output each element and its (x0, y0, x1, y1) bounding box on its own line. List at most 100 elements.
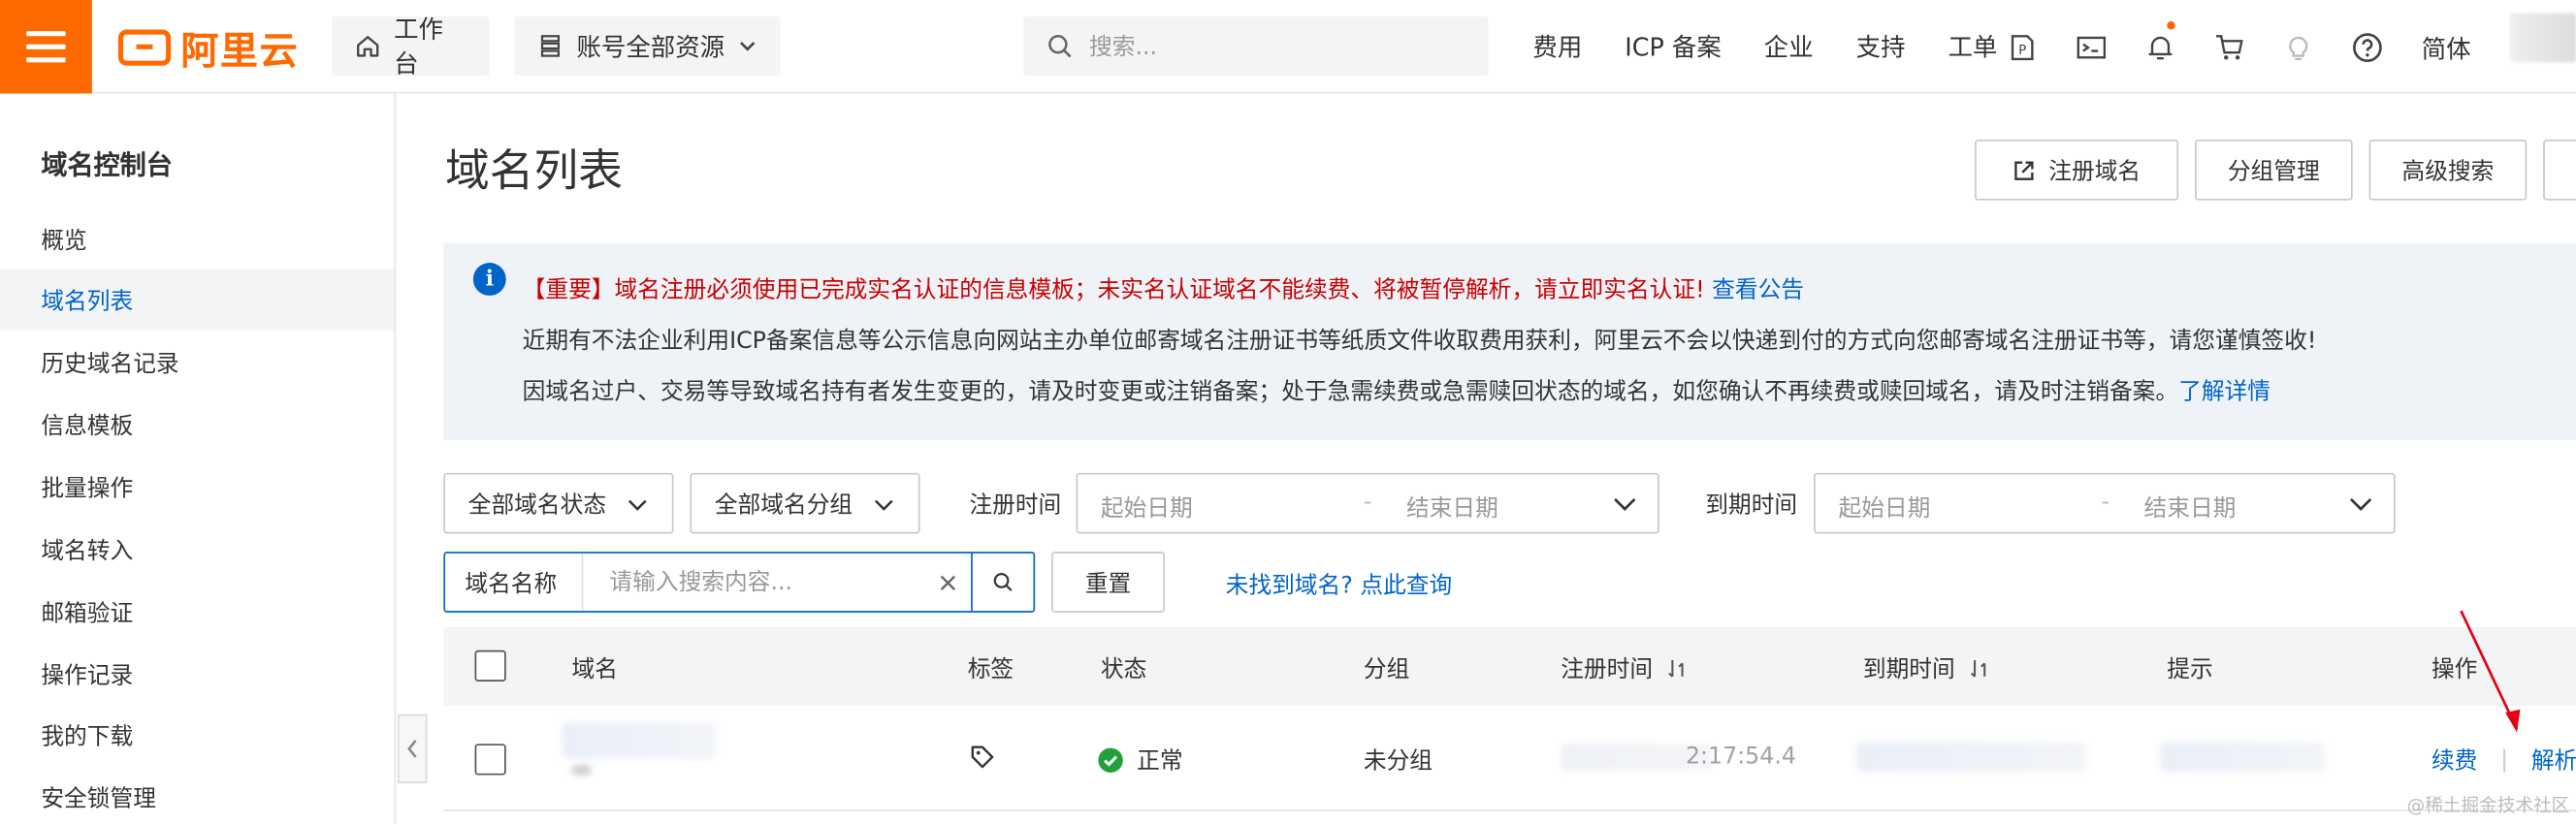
domain-name-field-select[interactable]: 域名名称 (445, 553, 584, 612)
reg-start-date[interactable]: 起始日期 (1101, 491, 1193, 523)
sidebar-item-domain-list[interactable]: 域名列表 (0, 269, 395, 331)
svg-text:P: P (2018, 42, 2026, 57)
sidebar-item-batch[interactable]: 批量操作 (0, 457, 395, 518)
col-hint: 提示 (2167, 656, 2213, 683)
chevron-left-icon (407, 740, 417, 758)
language-switch[interactable]: 简体 (2422, 31, 2471, 66)
register-domain-label: 注册域名 (2048, 158, 2141, 185)
avatar[interactable] (2510, 13, 2576, 63)
page: 阿里云 工作台 账号全部资源 搜索... 费用 ICP 备案 企业 支持 工单 … (0, 0, 2576, 824)
more-button[interactable] (2543, 139, 2576, 201)
logo-text: 阿里云 (180, 31, 300, 75)
sidebar-title: 域名控制台 (41, 149, 173, 181)
menu-icon[interactable] (0, 0, 92, 94)
link-icp[interactable]: ICP 备案 (1625, 29, 1721, 64)
exp-date-range[interactable]: 起始日期 - 结束日期 (1814, 472, 2396, 534)
col-exp-time-label: 到期时间 (1862, 656, 1955, 683)
domain-search-input[interactable] (583, 568, 925, 596)
select-all-checkbox[interactable] (474, 650, 506, 681)
clear-icon[interactable] (925, 572, 971, 591)
top-bar: 阿里云 工作台 账号全部资源 搜索... 费用 ICP 备案 企业 支持 工单 … (0, 0, 2576, 94)
not-found-link[interactable]: 未找到域名? 点此查询 (1226, 568, 1453, 601)
hint-redacted (2160, 742, 2325, 773)
resources-label: 账号全部资源 (576, 32, 725, 62)
row-checkbox[interactable] (474, 744, 506, 776)
register-domain-button[interactable]: 注册域名 (1975, 139, 2179, 201)
cart-icon[interactable] (2195, 0, 2264, 94)
notice-line-3: 因域名过户、交易等导致域名持有者发生变更的，请及时变更或注销备案；处于急需续费或… (523, 374, 2270, 407)
advanced-search-label: 高级搜索 (2401, 158, 2495, 185)
bulb-icon[interactable] (2264, 0, 2333, 94)
link-fee[interactable]: 费用 (1532, 29, 1582, 64)
reg-time-cell: 2:17:54.4 (1561, 744, 1796, 771)
col-exp-time[interactable]: 到期时间 (1863, 651, 1991, 684)
sidebar-item-downloads[interactable]: 我的下载 (0, 705, 395, 766)
top-icons: P (1988, 0, 2402, 94)
col-group: 分组 (1363, 656, 1410, 683)
group-filter-value: 全部域名分组 (714, 491, 853, 519)
chevron-down-icon (1614, 497, 1636, 512)
reg-date-range[interactable]: 起始日期 - 结束日期 (1076, 472, 1659, 534)
logo[interactable]: 阿里云 (117, 24, 299, 74)
exp-time-redacted (1856, 742, 2087, 773)
sidebar-item-email-verify[interactable]: 邮箱验证 (0, 582, 395, 643)
notification-dot (2167, 21, 2175, 30)
exp-end-date[interactable]: 结束日期 (2144, 491, 2237, 523)
domain-search-button[interactable] (971, 553, 1032, 612)
exp-time-label: 到期时间 (1705, 492, 1798, 520)
notice-line-2: 近期有不法企业利用ICP备案信息等公示信息向网站主办单位邮寄域名注册证书等纸质文… (522, 328, 2317, 355)
exp-start-date[interactable]: 起始日期 (1838, 491, 1930, 523)
reset-button[interactable]: 重置 (1051, 552, 1165, 613)
info-icon: i (472, 263, 506, 296)
chevron-down-icon (874, 498, 893, 511)
col-reg-time-label: 注册时间 (1561, 656, 1654, 683)
learn-more-link[interactable]: 了解详情 (2178, 379, 2270, 405)
link-support[interactable]: 支持 (1856, 29, 1906, 64)
actions-cell: 续费 | 解析 (2431, 744, 2576, 776)
bell-icon[interactable] (2126, 0, 2195, 94)
group-manage-button[interactable]: 分组管理 (2195, 139, 2353, 201)
global-search-placeholder: 搜索... (1089, 34, 1158, 61)
poster-icon[interactable]: P (1988, 0, 2057, 94)
group-manage-label: 分组管理 (2227, 158, 2320, 185)
domain-name-redacted[interactable] (562, 722, 717, 759)
page-title: 域名列表 (445, 145, 623, 198)
col-reg-time[interactable]: 注册时间 (1561, 651, 1689, 684)
sidebar-item-overview[interactable]: 概览 (0, 208, 395, 269)
table-row: 正常 未分组 2:17:54.4 续费 | 解析 (443, 706, 2576, 811)
sidebar-item-oplog[interactable]: 操作记录 (0, 644, 395, 705)
table-header: 域名 标签 状态 分组 注册时间 到期时间 提示 操作 (443, 627, 2576, 707)
dns-resolve-link[interactable]: 解析 (2531, 744, 2576, 776)
group-cell: 未分组 (1363, 748, 1433, 776)
workbench-label: 工作台 (394, 15, 443, 79)
stack-icon (540, 35, 561, 57)
sidebar-item-security-lock[interactable]: 安全锁管理 (0, 767, 395, 824)
global-search[interactable]: 搜索... (1023, 16, 1489, 76)
resources-dropdown[interactable]: 账号全部资源 (514, 16, 781, 76)
status-filter-value: 全部域名状态 (467, 491, 607, 519)
help-icon[interactable] (2333, 0, 2401, 94)
chevron-down-icon (628, 498, 647, 511)
status-filter-select[interactable]: 全部域名状态 (443, 472, 674, 534)
view-announcement-link[interactable]: 查看公告 (1712, 277, 1804, 303)
reg-end-date[interactable]: 结束日期 (1406, 491, 1498, 523)
group-filter-select[interactable]: 全部域名分组 (690, 472, 920, 534)
sidebar-item-history[interactable]: 历史域名记录 (0, 332, 395, 393)
link-enterprise[interactable]: 企业 (1764, 29, 1814, 64)
search-icon (992, 573, 1012, 591)
status-cell: 正常 (1098, 744, 1183, 776)
sidebar-collapse-button[interactable] (397, 713, 428, 783)
top-links: 费用 ICP 备案 企业 支持 工单 (1511, 0, 2018, 94)
terminal-icon[interactable] (2057, 0, 2126, 94)
notice-warning: 【重要】域名注册必须使用已完成实名认证的信息模板；未实名认证域名不能续费、将被暂… (523, 272, 1804, 305)
chevron-down-icon (2350, 497, 2372, 512)
workbench-button[interactable]: 工作台 (332, 15, 490, 79)
col-domain: 域名 (571, 656, 618, 683)
reg-time-label: 注册时间 (969, 492, 1062, 520)
renew-link[interactable]: 续费 (2431, 744, 2477, 776)
tag-icon[interactable] (969, 744, 995, 770)
sidebar-item-templates[interactable]: 信息模板 (0, 395, 395, 456)
advanced-search-button[interactable]: 高级搜索 (2368, 139, 2528, 201)
sidebar-item-transfer-in[interactable]: 域名转入 (0, 519, 395, 580)
col-status: 状态 (1100, 656, 1147, 683)
